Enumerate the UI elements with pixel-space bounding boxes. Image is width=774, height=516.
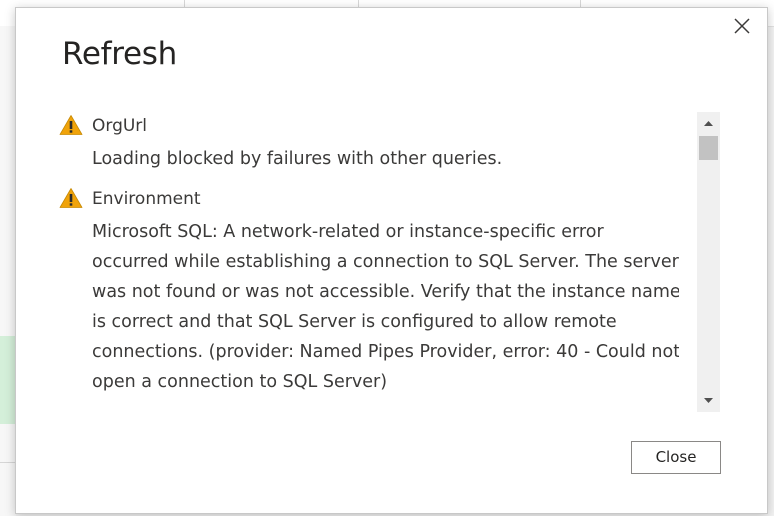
message-title: Environment xyxy=(92,189,201,209)
message-body: Loading blocked by failures with other q… xyxy=(92,149,503,169)
warning-icon xyxy=(59,187,83,209)
close-icon[interactable] xyxy=(731,15,753,37)
scroll-down-arrow-icon[interactable] xyxy=(697,394,720,408)
list-item: Environment Microsoft SQL: A network-rel… xyxy=(59,187,679,397)
background-divider xyxy=(0,462,16,463)
message-title: OrgUrl xyxy=(92,116,148,136)
message-body: Microsoft SQL: A network-related or inst… xyxy=(92,222,679,392)
list-item: OrgUrl Loading blocked by failures with … xyxy=(59,114,679,174)
refresh-dialog: Refresh OrgUrl Loading blocked by failur… xyxy=(15,7,768,514)
warning-icon xyxy=(59,114,83,136)
dialog-title: Refresh xyxy=(62,36,177,72)
vertical-scrollbar[interactable] xyxy=(697,112,720,412)
scroll-up-arrow-icon[interactable] xyxy=(697,116,720,130)
message-list: OrgUrl Loading blocked by failures with … xyxy=(59,114,679,414)
background-panel xyxy=(0,26,16,516)
background-highlight xyxy=(0,336,16,424)
scroll-thumb[interactable] xyxy=(699,136,718,160)
close-button[interactable]: Close xyxy=(631,441,721,474)
